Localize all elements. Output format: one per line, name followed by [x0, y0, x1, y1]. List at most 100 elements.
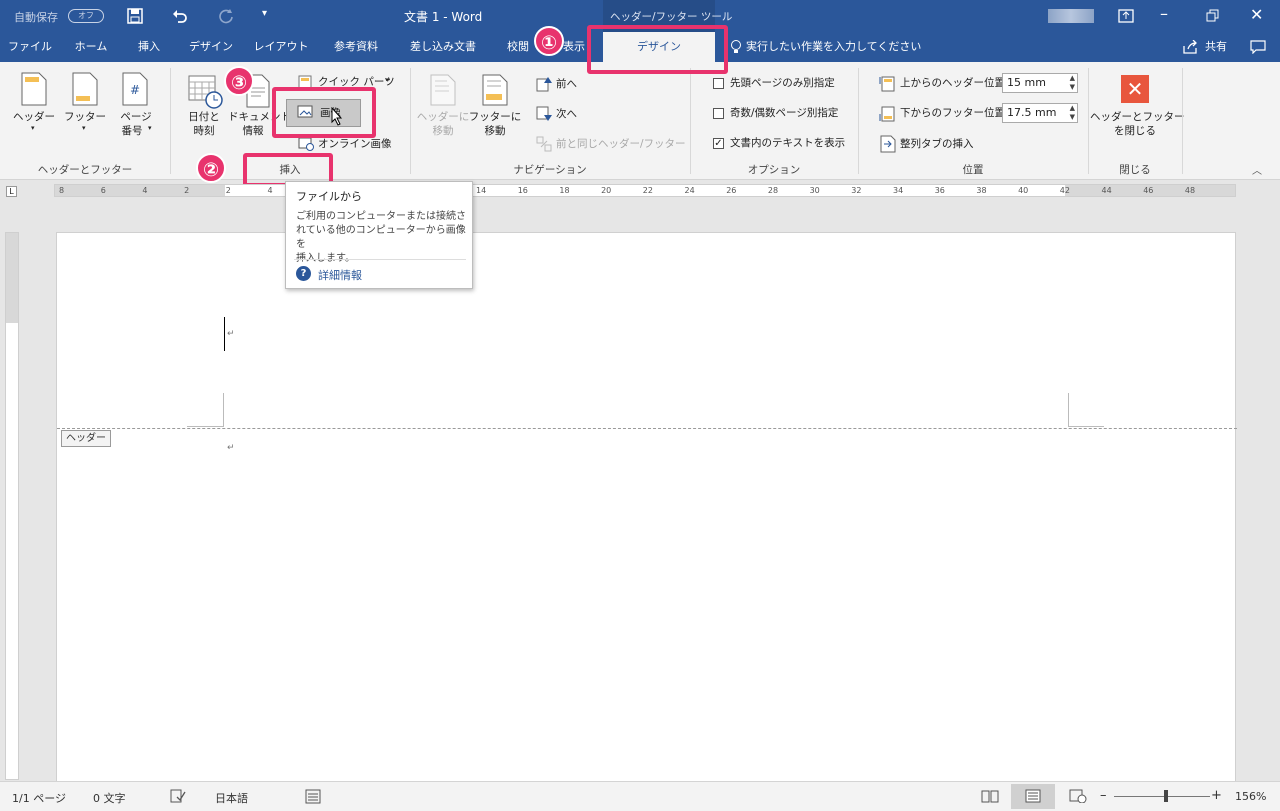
- undo-icon[interactable]: [172, 8, 188, 24]
- group-divider: [690, 68, 691, 174]
- document-info-label-2: 情報: [242, 125, 264, 137]
- ruler-number: 32: [851, 186, 862, 195]
- status-word-count[interactable]: 0 文字: [93, 790, 126, 806]
- go-to-header-icon: [430, 74, 456, 106]
- web-layout-icon[interactable]: [1069, 789, 1087, 803]
- horizontal-ruler[interactable]: 8642246810121416182022242628303234363840…: [54, 184, 1236, 197]
- tooltip-body-line-1: ご利用のコンピューターまたは接続さ: [296, 211, 466, 222]
- collapse-ribbon-icon[interactable]: ︿: [1252, 162, 1262, 177]
- checkbox-show-document-text[interactable]: ✓: [713, 138, 724, 149]
- share-icon[interactable]: [1183, 40, 1199, 54]
- share-button[interactable]: 共有: [1205, 32, 1227, 62]
- checkbox-different-first-page[interactable]: [713, 78, 724, 89]
- ribbon-display-options-icon[interactable]: [1118, 8, 1134, 24]
- different-first-page-label: 先頭ページのみ別指定: [730, 77, 835, 89]
- close-window-icon[interactable]: ✕: [1250, 5, 1263, 24]
- zoom-level[interactable]: 156%: [1235, 790, 1266, 803]
- footer-position-input[interactable]: 17.5 mm ▲ ▼: [1002, 103, 1078, 123]
- group-divider: [170, 68, 171, 174]
- redo-icon[interactable]: [218, 8, 234, 24]
- chevron-down-icon: ▾: [82, 124, 86, 132]
- crop-mark: [1068, 393, 1069, 427]
- tab-home[interactable]: ホーム: [60, 32, 122, 62]
- tab-design[interactable]: デザイン: [176, 32, 246, 62]
- page-number-icon: #: [122, 72, 148, 106]
- spinner-arrows-icon[interactable]: ▲ ▼: [1070, 74, 1075, 92]
- ruler-number: 34: [893, 186, 904, 195]
- group-label-position: 位置: [962, 164, 984, 176]
- header-position-input[interactable]: 15 mm ▲ ▼: [1002, 73, 1078, 93]
- footer-button[interactable]: フッター: [60, 110, 110, 124]
- paragraph-mark: ↵: [227, 443, 235, 453]
- next-button[interactable]: 次へ: [556, 107, 577, 121]
- tooltip-title: ファイルから: [296, 190, 362, 203]
- ruler-number: 30: [809, 186, 820, 195]
- callout-1: ①: [534, 26, 564, 56]
- read-mode-icon[interactable]: [981, 789, 999, 803]
- close-header-footer-button[interactable]: ヘッダーとフッター: [1090, 110, 1185, 124]
- go-to-footer-button[interactable]: フッターに: [468, 110, 522, 124]
- ruler-number: 36: [934, 186, 945, 195]
- spinner-arrows-icon[interactable]: ▲ ▼: [1070, 104, 1075, 122]
- zoom-out-icon[interactable]: –: [1100, 788, 1107, 803]
- comments-icon[interactable]: [1250, 40, 1266, 54]
- ruler-number: 24: [684, 186, 695, 195]
- checkbox-different-odd-even[interactable]: [713, 108, 724, 119]
- ruler-number: 28: [767, 186, 779, 195]
- context-tool-title: ヘッダー/フッター ツール: [610, 11, 733, 23]
- document-page[interactable]: ↵ ヘッダー ↵: [56, 232, 1237, 792]
- previous-icon: [536, 77, 552, 92]
- tab-references[interactable]: 参考資料: [316, 32, 396, 62]
- close-header-footer-icon[interactable]: ✕: [1121, 75, 1149, 103]
- tab-insert[interactable]: 挿入: [122, 32, 176, 62]
- minimize-icon[interactable]: –: [1160, 4, 1168, 23]
- page-number-button[interactable]: ページ: [110, 110, 162, 124]
- close-header-footer-label-2: を閉じる: [1114, 125, 1156, 137]
- header-position-label: 上からのヘッダー位置:: [900, 77, 1009, 89]
- chevron-down-icon: ▾: [148, 124, 152, 132]
- vertical-scrollbar[interactable]: [1238, 197, 1280, 781]
- proofing-icon[interactable]: [170, 789, 186, 803]
- tooltip-body: ご利用のコンピューターまたは接続さ れている他のコンピューターから画像を 挿入し…: [296, 210, 472, 266]
- group-divider: [1182, 68, 1183, 174]
- macro-record-icon[interactable]: [305, 789, 321, 804]
- ruler-number: 4: [267, 186, 273, 195]
- account-avatar[interactable]: [1048, 9, 1094, 23]
- ruler-number: 44: [1101, 186, 1112, 195]
- qat-customize-icon[interactable]: ▾: [262, 8, 267, 19]
- tab-layout[interactable]: レイアウト: [246, 32, 316, 62]
- ruler-number: 38: [976, 186, 987, 195]
- vertical-ruler[interactable]: [5, 232, 19, 780]
- ruler-number: 4: [142, 186, 148, 195]
- crop-mark: [223, 393, 224, 427]
- tab-selector-icon[interactable]: L: [6, 186, 17, 197]
- tab-mailings[interactable]: 差し込み文書: [396, 32, 490, 62]
- link-to-previous-icon: [536, 136, 552, 152]
- link-to-previous-button[interactable]: 前と同じヘッダー/フッター: [556, 137, 686, 151]
- status-page-count[interactable]: 1/1 ページ: [12, 790, 66, 806]
- autosave-toggle[interactable]: オフ: [68, 9, 104, 23]
- annotation-box-3: [272, 87, 376, 138]
- help-icon: ?: [296, 266, 311, 281]
- zoom-in-icon[interactable]: +: [1211, 788, 1222, 803]
- go-to-header-button[interactable]: ヘッダーに: [416, 110, 470, 124]
- zoom-slider-thumb[interactable]: [1164, 790, 1168, 802]
- status-language[interactable]: 日本語: [215, 790, 248, 806]
- header-button[interactable]: ヘッダー: [8, 110, 60, 124]
- annotation-box-1: [587, 25, 728, 74]
- ruler-left-margin: [55, 185, 225, 196]
- online-picture-button[interactable]: オンライン画像: [318, 137, 392, 151]
- header-position-value: 15 mm: [1007, 76, 1046, 89]
- date-time-button[interactable]: 日付と: [180, 110, 228, 124]
- ruler-number: 40: [1018, 186, 1029, 195]
- zoom-slider-track[interactable]: [1114, 796, 1210, 797]
- save-icon[interactable]: [127, 8, 143, 24]
- tooltip-more-info-link[interactable]: 詳細情報: [318, 267, 362, 283]
- ribbon: ヘッダー ▾ フッター ▾ # ページ 番号 ▾ ヘッダーとフッター 日付と 時…: [0, 62, 1280, 180]
- tell-me-input[interactable]: 実行したい作業を入力してください: [746, 32, 921, 62]
- restore-icon[interactable]: [1206, 9, 1220, 23]
- insert-alignment-tab-button[interactable]: 整列タブの挿入: [900, 137, 974, 151]
- footer-position-icon: [879, 106, 895, 122]
- previous-button[interactable]: 前へ: [556, 77, 577, 91]
- tab-file[interactable]: ファイル: [0, 32, 60, 62]
